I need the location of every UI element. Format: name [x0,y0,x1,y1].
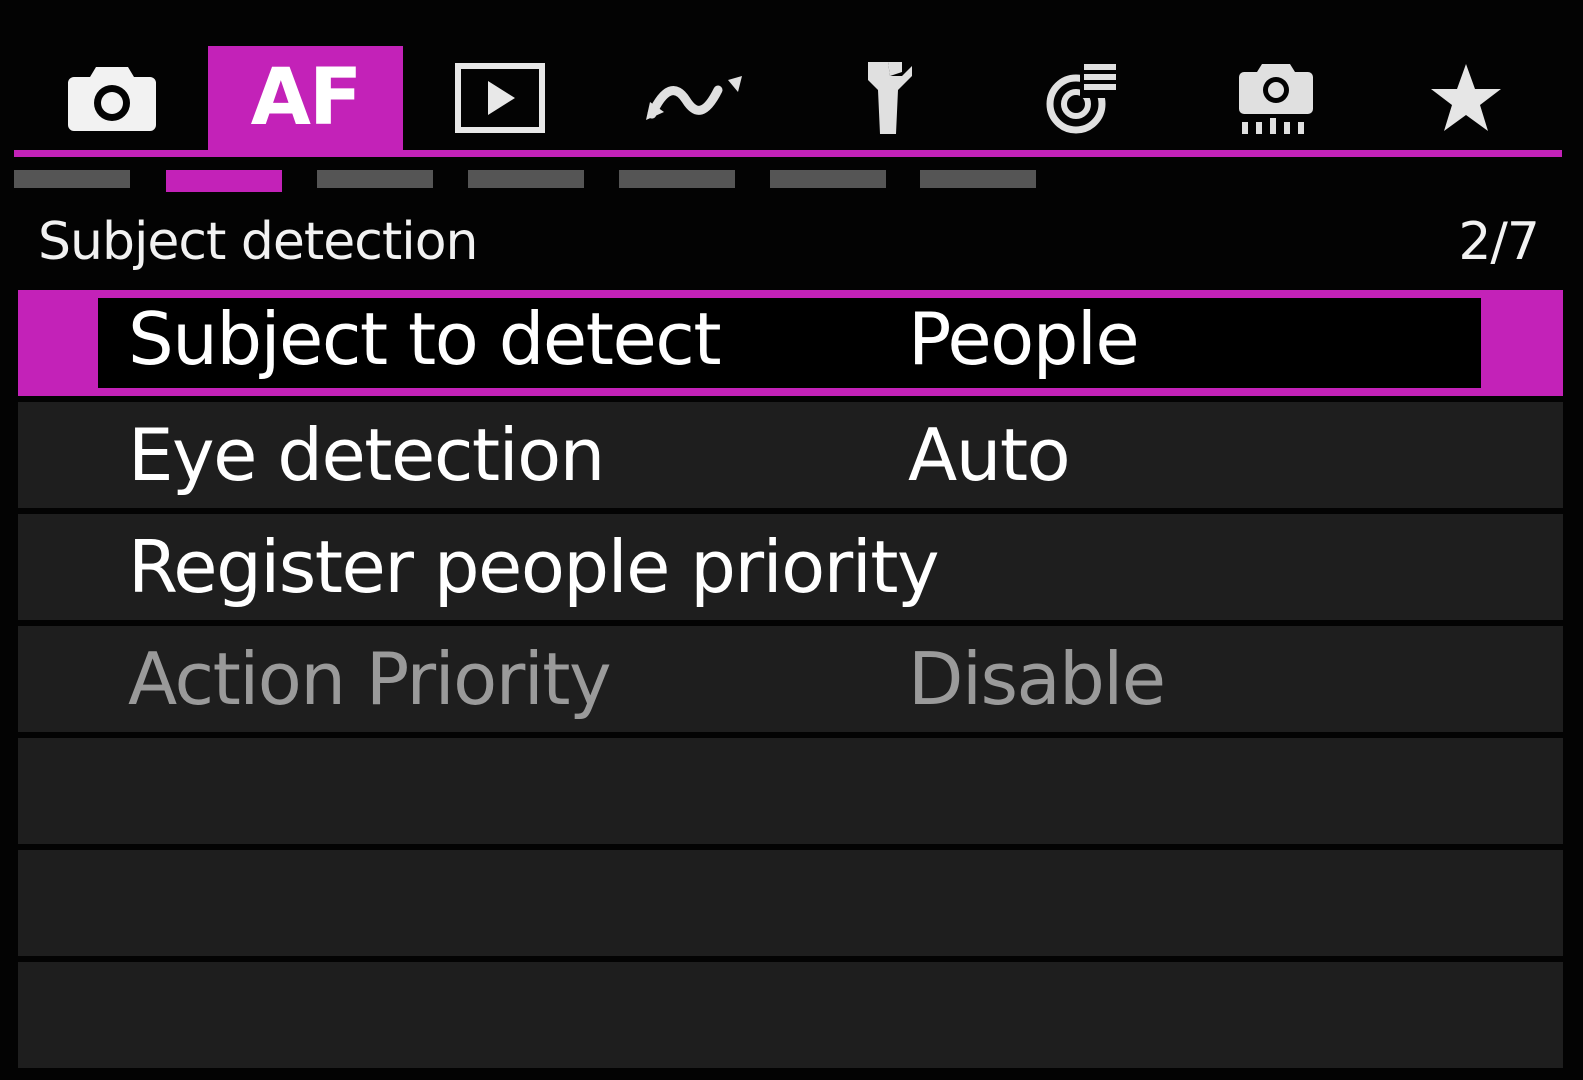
page-indicator-4[interactable] [468,170,584,188]
menu-tab-bar: AF [14,46,1562,150]
menu-item-label: Register people priority [128,525,940,609]
menu-item-value: Auto [908,413,1071,497]
tab-af-label: AF [250,53,363,143]
menu-item-value: Disable [908,637,1166,721]
page-indicator-5[interactable] [619,170,735,188]
menu-item-eye-detection[interactable]: Eye detection Auto [18,402,1563,508]
tab-setup[interactable] [790,46,985,150]
tab-wireless[interactable] [596,46,791,150]
tab-custom-functions[interactable] [984,46,1179,150]
menu-item-label: Subject to detect [128,297,722,381]
tab-shooting[interactable] [14,46,209,150]
tab-af[interactable]: AF [208,46,403,150]
tab-playback[interactable] [402,46,597,150]
page-number: 2/7 [1458,212,1540,272]
tab-my-menu[interactable] [1368,46,1563,150]
menu-list: Subject to detect People Eye detection A… [18,290,1563,1080]
page-indicator [14,170,1114,192]
section-title: Subject detection [38,212,478,272]
menu-item-label: Eye detection [128,413,605,497]
custom-shooting-icon [1236,60,1316,136]
menu-row-empty [18,738,1563,844]
camera-icon [66,63,158,133]
camera-menu-screen: AF Subject detection 2/7 Subject to dete… [0,0,1583,1080]
menu-item-label: Action Priority [128,637,612,721]
wrench-icon [858,58,918,138]
menu-row-empty [18,850,1563,956]
menu-item-action-priority[interactable]: Action Priority Disable [18,626,1563,732]
menu-item-subject-to-detect[interactable]: Subject to detect People [18,290,1563,396]
playback-icon [454,63,545,133]
page-indicator-1[interactable] [14,170,130,188]
page-indicator-6[interactable] [770,170,886,188]
custom-functions-icon [1044,60,1120,136]
wireless-icon [642,68,746,128]
page-indicator-7[interactable] [920,170,1036,188]
menu-item-register-people-priority[interactable]: Register people priority [18,514,1563,620]
tab-custom-shooting[interactable] [1178,46,1373,150]
page-indicator-2[interactable] [166,170,282,192]
tab-underline [14,150,1562,157]
star-icon [1429,62,1503,134]
page-indicator-3[interactable] [317,170,433,188]
menu-item-value: People [908,297,1140,381]
menu-row-empty [18,962,1563,1068]
